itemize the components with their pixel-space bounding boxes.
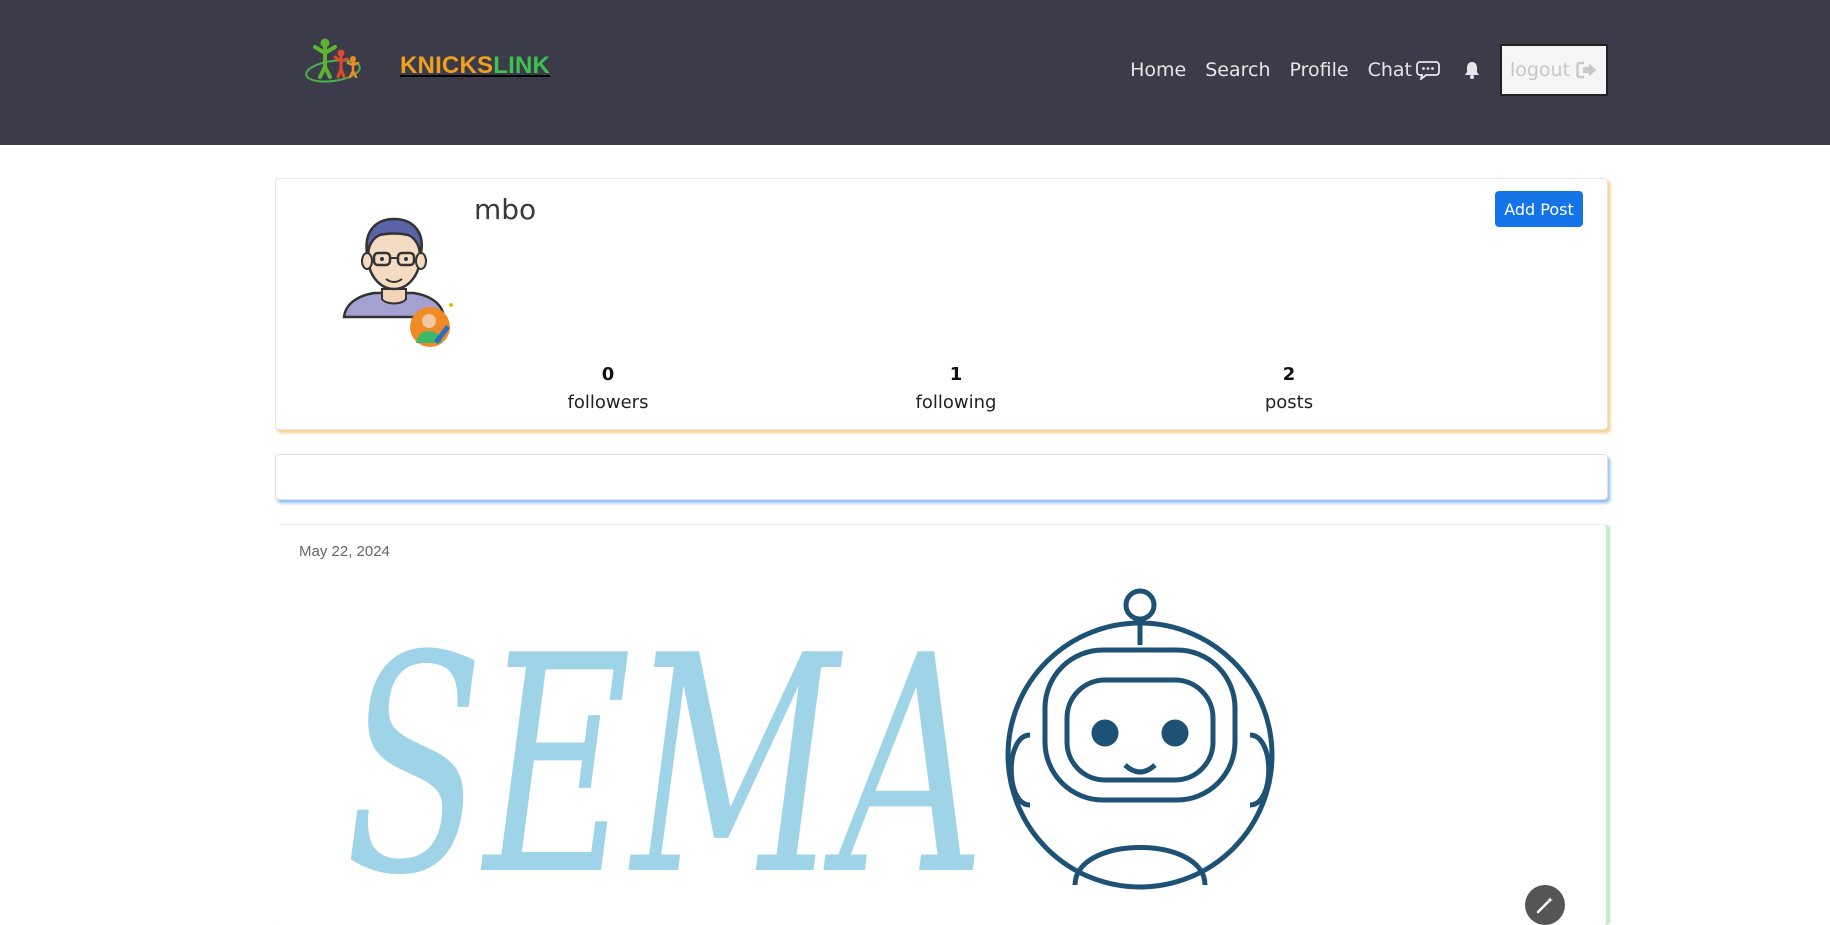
following-count: 1 — [949, 364, 963, 385]
nav-search-link[interactable]: Search — [1205, 59, 1270, 81]
chat-bubble-icon — [1416, 61, 1440, 80]
followers-label: followers — [567, 392, 649, 413]
robot-icon — [1005, 588, 1275, 890]
followers-count: 0 — [601, 364, 615, 385]
stat-followers[interactable]: 0 followers — [528, 364, 688, 413]
post-image-text: SEMA — [345, 592, 985, 911]
nav-profile-link[interactable]: Profile — [1290, 59, 1349, 81]
post-composer-bar[interactable] — [275, 454, 1608, 500]
family-logo-icon[interactable] — [303, 37, 365, 85]
post-date: May 22, 2024 — [299, 543, 390, 560]
stat-following[interactable]: 1 following — [876, 364, 1036, 413]
profile-card: mbo Add Post 0 followers 1 following 2 p… — [275, 178, 1608, 430]
nav-chat-link[interactable]: Chat — [1368, 59, 1440, 81]
magic-wand-icon — [1536, 897, 1553, 914]
notifications-bell-icon[interactable] — [1462, 60, 1482, 80]
posts-count: 2 — [1282, 364, 1296, 385]
brand-part-knicks: KNICKS — [400, 52, 494, 79]
stat-posts[interactable]: 2 posts — [1209, 364, 1369, 413]
magic-wand-button[interactable] — [1525, 885, 1565, 925]
avatar-icon[interactable] — [334, 209, 454, 349]
logout-label: logout — [1509, 59, 1571, 81]
logout-button[interactable]: logout — [1500, 44, 1608, 96]
main-nav: Home Search Profile Chat logout — [1130, 44, 1608, 96]
add-post-button[interactable]: Add Post — [1495, 191, 1583, 227]
following-label: following — [915, 392, 997, 413]
brand-name[interactable]: KNICKSLINK — [400, 52, 550, 80]
bell-icon — [1465, 62, 1479, 79]
nav-home-link[interactable]: Home — [1130, 59, 1186, 81]
nav-chat-label: Chat — [1367, 59, 1412, 81]
post-image[interactable]: SEMA — [345, 565, 1425, 911]
profile-username: mbo — [474, 193, 537, 226]
top-navbar: KNICKSLINK Home Search Profile Chat logo… — [0, 0, 1830, 145]
logout-arrow-icon — [1576, 61, 1597, 79]
brand-part-link: LINK — [493, 52, 551, 79]
post-card: May 22, 2024 SEMA — [275, 525, 1608, 925]
posts-label: posts — [1264, 392, 1314, 413]
